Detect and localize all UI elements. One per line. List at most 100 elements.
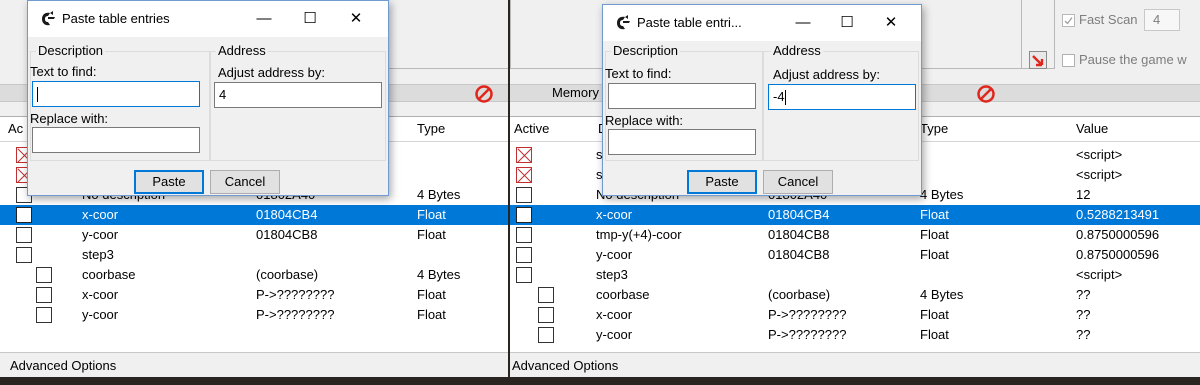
value-cell: 0.8750000596 [1076,247,1160,262]
activate-checkbox[interactable] [516,247,532,263]
cheat-engine-icon [42,11,55,26]
description-cell: step3 [596,267,628,282]
text-to-find-input[interactable] [608,83,756,109]
column-active-header[interactable]: Active [514,117,549,141]
value-cell: ?? [1076,287,1091,302]
type-cell: Float [920,247,949,262]
dialog-title: Paste table entri... [637,15,742,30]
table-row[interactable]: x-coor P->???????? Float?? [510,305,1200,325]
advanced-options-bar[interactable]: Advanced Options [510,352,1200,377]
activate-checkbox[interactable] [516,267,532,283]
activate-checkbox-script[interactable] [516,147,532,163]
column-type-header[interactable]: Type [920,117,948,141]
type-cell: Float [920,327,949,342]
address-group-label: Address [216,43,268,58]
column-value-header[interactable]: Value [1076,117,1108,141]
close-button[interactable]: ✕ [346,9,366,29]
table-row[interactable]: x-coor 01804CB4 Float 0.5288213491 [510,205,1200,225]
maximize-button[interactable]: ☐ [300,9,320,29]
address-group-label: Address [771,43,823,58]
activate-checkbox[interactable] [36,307,52,323]
table-row[interactable]: coorbase (coorbase) 4 Bytes [0,265,508,285]
adjust-address-input[interactable]: -4 [768,84,916,110]
description-cell: step3 [82,247,114,262]
description-cell: y-coor [596,327,633,342]
text-to-find-label: Text to find: [30,64,97,79]
table-row[interactable]: y-coor 01804CB8 Float 0.8750000596 [510,245,1200,265]
value-cell: 0.5288213491 [1076,207,1160,222]
activate-checkbox[interactable] [516,227,532,243]
text-to-find-label: Text to find: [605,66,672,81]
close-button[interactable]: ✕ [881,13,901,33]
activate-checkbox[interactable] [538,327,554,343]
description-cell: x-coor [596,207,633,222]
text-to-find-input[interactable] [32,81,200,107]
fast-scan-alignment-input[interactable]: 4 [1144,9,1180,31]
memory-view-button[interactable]: Memory [552,85,599,100]
description-cell: y-coor [82,227,119,242]
table-row[interactable]: step3 [0,245,508,265]
table-row[interactable]: y-coor 01804CB8 Float [0,225,508,245]
address-cell: 01804CB8 [768,247,830,262]
table-row[interactable]: x-coor P->???????? Float [0,285,508,305]
type-cell: Float [417,287,446,302]
description-group-label: Description [611,43,681,58]
replace-with-input[interactable] [32,127,200,153]
address-cell: P->???????? [768,307,847,322]
activate-checkbox[interactable] [516,187,532,203]
activate-checkbox[interactable] [538,307,554,323]
activate-checkbox[interactable] [36,267,52,283]
advanced-options-bar[interactable]: Advanced Options [0,352,508,377]
dialog-title-bar[interactable]: Paste table entries — ☐ ✕ [28,1,388,37]
minimize-button[interactable]: — [793,13,813,33]
cancel-button[interactable]: Cancel [763,170,833,194]
paste-table-entries-dialog: Paste table entries — ☐ ✕ Description Ad… [27,0,389,196]
value-cell: 0.8750000596 [1076,227,1160,242]
replace-with-label: Replace with: [30,111,109,126]
paste-button[interactable]: Paste [134,170,204,194]
column-type-header[interactable]: Type [417,117,445,141]
column-active-header[interactable]: Ac [8,117,23,141]
desktop-strip [0,377,508,385]
activate-checkbox[interactable] [16,207,32,223]
activate-checkbox[interactable] [36,287,52,303]
activate-checkbox[interactable] [516,207,532,223]
cancel-button[interactable]: Cancel [210,170,280,194]
adjust-address-label: Adjust address by: [218,65,325,80]
minimize-button[interactable]: — [254,9,274,29]
type-cell: 4 Bytes [920,187,964,202]
description-cell: x-coor [82,207,119,222]
value-cell: ?? [1076,307,1091,322]
address-cell: P->???????? [256,307,335,322]
type-cell: 4 Bytes [417,267,461,282]
description-cell: tmp-y(+4)-coor [596,227,682,242]
value-cell: <script> [1076,267,1123,282]
type-cell: Float [417,227,446,242]
table-row[interactable]: y-coor P->???????? Float [0,305,508,325]
table-row[interactable]: step3 <script> [510,265,1200,285]
table-row[interactable]: x-coor 01804CB4 Float [0,205,508,225]
activate-checkbox[interactable] [16,247,32,263]
adjust-address-input[interactable]: 4 [214,82,382,108]
type-cell: Float [417,307,446,322]
description-cell: x-coor [596,307,633,322]
table-row[interactable]: coorbase (coorbase) 4 Bytes?? [510,285,1200,305]
type-cell: 4 Bytes [920,287,964,302]
table-row[interactable]: tmp-y(+4)-coor 01804CB8 Float 0.8750000596 [510,225,1200,245]
no-entry-icon[interactable] [976,84,996,104]
address-cell: 01804CB4 [256,207,318,222]
activate-checkbox[interactable] [538,287,554,303]
fast-scan-checkbox[interactable] [1062,14,1075,27]
type-cell: Float [920,207,949,222]
paste-button[interactable]: Paste [687,170,757,194]
activate-checkbox[interactable] [16,227,32,243]
dialog-title-bar[interactable]: Paste table entri... — ☐ ✕ [603,5,921,41]
replace-with-input[interactable] [608,129,756,155]
pause-game-checkbox[interactable] [1062,54,1075,67]
table-row[interactable]: y-coor P->???????? Float?? [510,325,1200,345]
address-cell: 01804CB8 [256,227,318,242]
no-entry-icon[interactable] [474,84,494,104]
activate-checkbox-script[interactable] [516,167,532,183]
red-arrow-icon[interactable] [1029,51,1047,69]
maximize-button[interactable]: ☐ [837,13,857,33]
